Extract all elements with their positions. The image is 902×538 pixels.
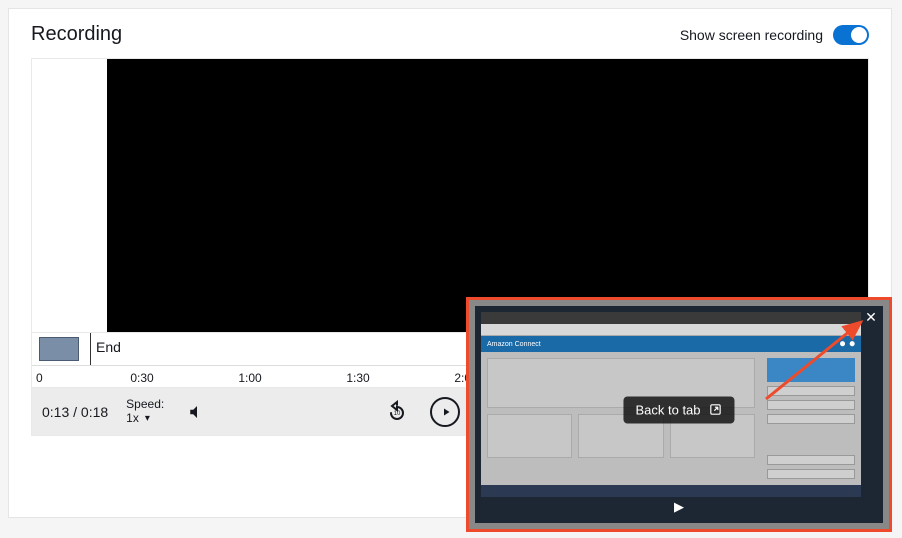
back-to-tab-label: Back to tab (635, 402, 700, 417)
pip-window[interactable]: Amazon Connect ⬤⬤ (466, 297, 892, 532)
replay-10-button[interactable]: 10 (382, 397, 412, 427)
chevron-down-icon: ▾ (145, 413, 150, 424)
pip-close-button[interactable]: ✕ (863, 310, 879, 326)
time-display: 0:13 / 0:18 (42, 404, 108, 420)
sidebar-button (767, 400, 855, 410)
sidebar-button (767, 386, 855, 396)
speed-label: Speed: (126, 398, 164, 411)
screen-recording-toggle-group: Show screen recording (680, 25, 869, 45)
video-canvas (107, 59, 868, 332)
replay-10-icon: 10 (385, 400, 409, 424)
panel-header: Recording Show screen recording (9, 9, 891, 58)
app-sidebar (761, 352, 861, 485)
open-in-tab-icon (709, 403, 723, 417)
topbar-actions: ⬤⬤ (840, 341, 855, 347)
play-button[interactable] (430, 397, 460, 427)
end-marker (90, 333, 91, 365)
tick-3: 1:30 (346, 371, 369, 385)
toggle-label: Show screen recording (680, 27, 823, 43)
play-icon (440, 406, 452, 418)
tick-1: 0:30 (130, 371, 153, 385)
volume-icon (188, 403, 206, 421)
browser-address-bar (481, 324, 861, 336)
sidebar-card (767, 358, 855, 382)
pip-controls: ▶ (481, 499, 877, 517)
app-topbar: Amazon Connect ⬤⬤ (481, 336, 861, 352)
speed-value: 1x (126, 412, 139, 425)
show-screen-recording-toggle[interactable] (833, 25, 869, 45)
end-label: End (96, 339, 121, 355)
os-taskbar (481, 485, 861, 497)
speed-control[interactable]: Speed: 1x ▾ (126, 398, 164, 424)
svg-text:10: 10 (394, 411, 401, 417)
sidebar-button (767, 469, 855, 479)
content-card (487, 414, 572, 458)
recording-segment[interactable] (39, 337, 79, 361)
app-brand: Amazon Connect (487, 341, 541, 348)
pip-scrollbar[interactable] (863, 312, 877, 497)
sidebar-button (767, 414, 855, 424)
video-player[interactable] (31, 58, 869, 333)
tick-2: 1:00 (238, 371, 261, 385)
back-to-tab-button[interactable]: Back to tab (623, 396, 734, 423)
panel-title: Recording (31, 23, 122, 46)
pip-play-button[interactable]: ▶ (674, 499, 684, 515)
volume-button[interactable] (182, 397, 212, 427)
browser-tabs (481, 312, 861, 324)
sidebar-button (767, 455, 855, 465)
tick-0: 0 (36, 371, 43, 385)
